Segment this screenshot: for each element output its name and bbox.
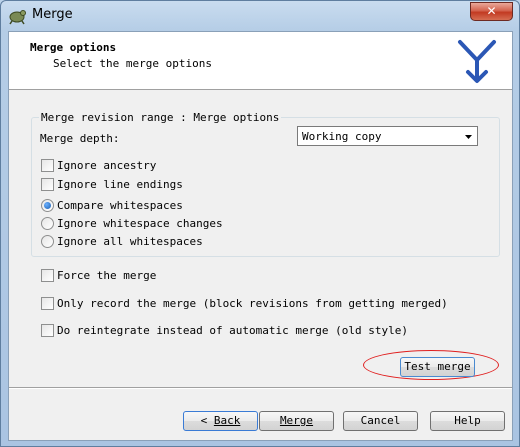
- page-subtitle: Select the merge options: [53, 57, 212, 70]
- ignore-ancestry-checkbox[interactable]: [41, 159, 54, 172]
- merge-depth-label: Merge depth:: [40, 132, 120, 145]
- window-title: Merge: [32, 7, 73, 22]
- compare-whitespaces-label: Compare whitespaces: [57, 199, 183, 212]
- tortoise-icon: [9, 10, 26, 25]
- back-label: Back: [213, 414, 241, 427]
- cancel-button[interactable]: Cancel: [343, 411, 418, 431]
- merge-button[interactable]: Merge: [259, 411, 334, 431]
- ignore-whitespace-changes-label: Ignore whitespace changes: [57, 217, 223, 230]
- chevron-down-icon: [465, 135, 472, 139]
- test-merge-button[interactable]: Test merge: [400, 357, 475, 377]
- help-button[interactable]: Help: [430, 411, 505, 431]
- force-merge-label: Force the merge: [57, 269, 157, 282]
- force-merge-checkbox[interactable]: [41, 269, 54, 282]
- record-only-label: Only record the merge (block revisions f…: [57, 297, 448, 310]
- merge-dialog: Merge ✕ Merge options Select the merge o…: [0, 0, 520, 447]
- divider: [9, 387, 512, 389]
- ignore-all-whitespaces-label: Ignore all whitespaces: [57, 235, 203, 248]
- record-only-checkbox[interactable]: [41, 297, 54, 310]
- ignore-line-endings-label: Ignore line endings: [57, 178, 183, 191]
- ignore-all-whitespaces-radio[interactable]: [41, 235, 54, 248]
- merge-label: Merge: [279, 414, 314, 427]
- ignore-line-endings-checkbox[interactable]: [41, 178, 54, 191]
- page-title: Merge options: [30, 41, 117, 54]
- compare-whitespaces-radio[interactable]: [41, 199, 54, 212]
- group-legend: Merge revision range : Merge options: [39, 111, 282, 124]
- reintegrate-checkbox[interactable]: [41, 324, 54, 337]
- reintegrate-label: Do reintegrate instead of automatic merg…: [57, 324, 408, 337]
- merge-depth-value: Working copy: [302, 130, 382, 143]
- wizard-header: Merge options Select the merge options: [9, 32, 512, 90]
- close-icon: ✕: [486, 4, 497, 18]
- back-button[interactable]: < Back: [183, 411, 258, 431]
- merge-arrows-icon: [458, 40, 496, 83]
- back-arrow-icon: <: [200, 414, 208, 427]
- title-bar[interactable]: Merge ✕: [1, 1, 519, 31]
- ignore-whitespace-changes-radio[interactable]: [41, 217, 54, 230]
- dialog-client-area: Merge options Select the merge options M…: [8, 31, 513, 441]
- merge-depth-select[interactable]: Working copy: [297, 126, 478, 146]
- ignore-ancestry-label: Ignore ancestry: [57, 159, 157, 172]
- close-button[interactable]: ✕: [470, 2, 513, 21]
